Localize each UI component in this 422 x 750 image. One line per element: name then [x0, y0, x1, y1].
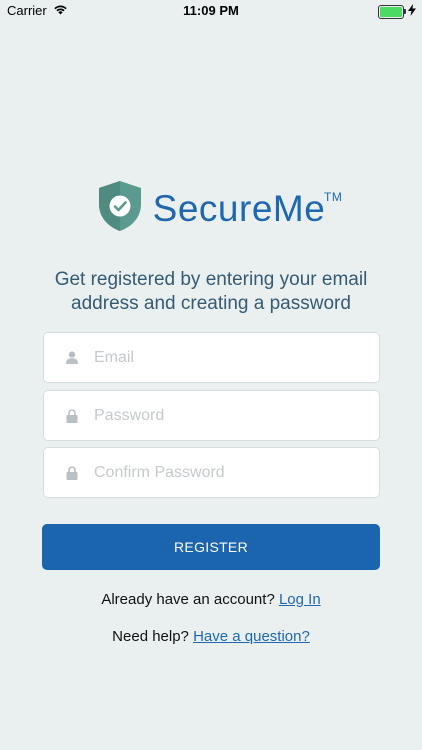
- password-field[interactable]: [43, 390, 380, 441]
- shield-check-icon: [97, 180, 143, 237]
- confirm-password-field[interactable]: [43, 447, 380, 498]
- user-icon: [64, 350, 80, 366]
- login-prompt: Already have an account? Log In: [0, 591, 422, 608]
- email-field[interactable]: [43, 332, 380, 383]
- battery-icon: [378, 4, 406, 19]
- battery-level: [380, 6, 402, 17]
- tagline: Get registered by entering your email ad…: [54, 269, 368, 314]
- help-prompt-text: Need help?: [112, 628, 189, 645]
- status-time: 11:09 PM: [183, 3, 239, 18]
- help-link[interactable]: Have a question?: [193, 628, 310, 645]
- confirm-password-input[interactable]: [92, 462, 356, 483]
- status-bar: Carrier 11:09 PM: [0, 0, 422, 22]
- charging-bolt-icon: [408, 4, 416, 19]
- lock-icon: [64, 408, 80, 424]
- logo-name: SecureMe: [152, 187, 326, 229]
- app-logo: SecureMe TM: [0, 180, 422, 237]
- lock-icon: [64, 465, 80, 481]
- status-right: [378, 4, 416, 19]
- help-prompt: Need help? Have a question?: [0, 628, 422, 645]
- logo-text: SecureMe TM: [152, 187, 342, 230]
- trademark-mark: TM: [323, 189, 343, 204]
- register-button[interactable]: REGISTER: [42, 524, 380, 570]
- password-input[interactable]: [92, 405, 356, 426]
- login-prompt-text: Already have an account?: [101, 591, 275, 608]
- login-link[interactable]: Log In: [279, 591, 321, 608]
- email-input[interactable]: [92, 347, 356, 368]
